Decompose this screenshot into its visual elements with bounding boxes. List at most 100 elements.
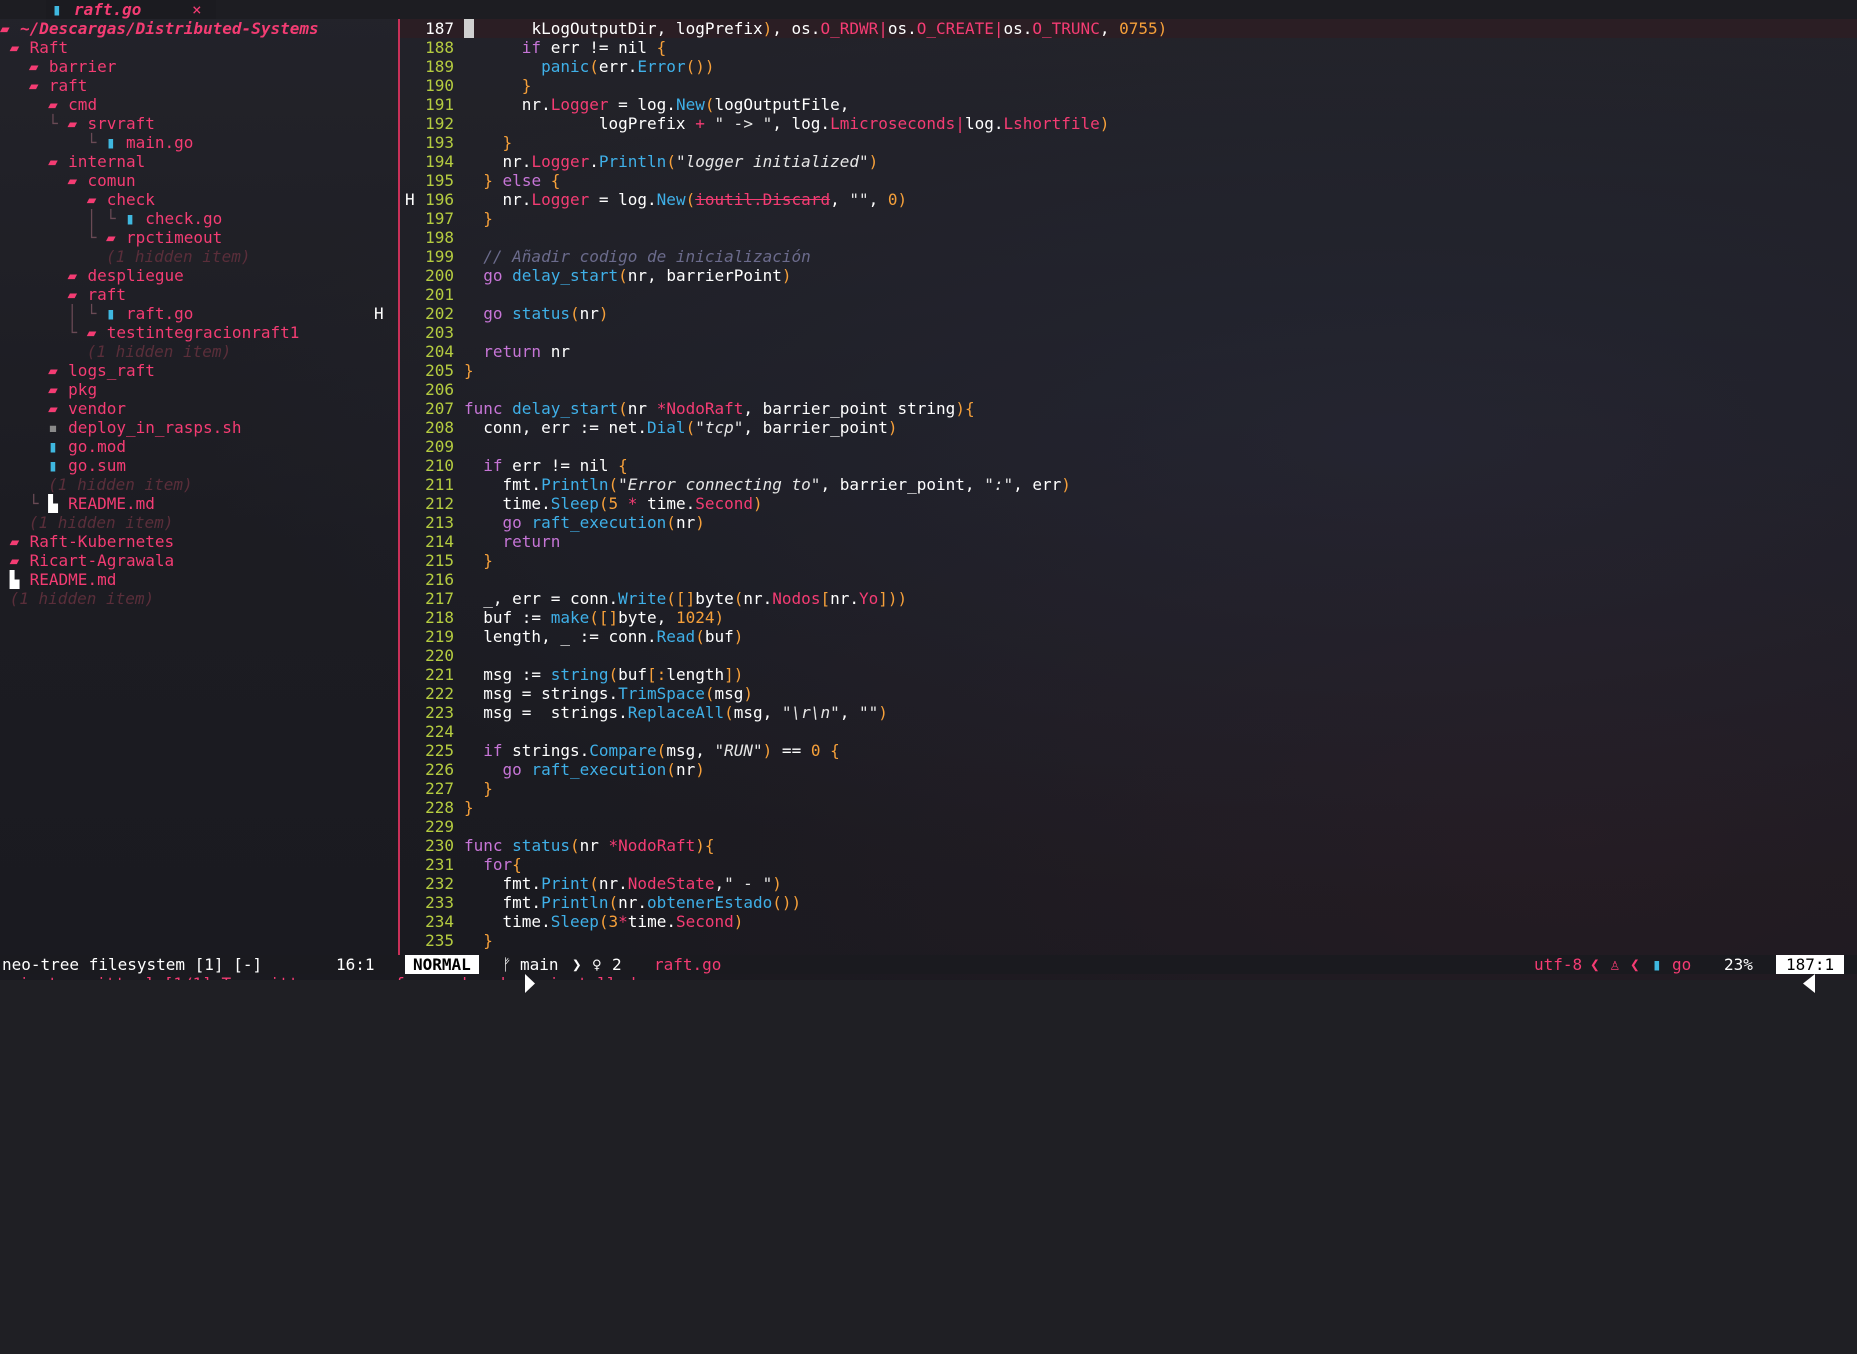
code-line[interactable]: 212 time.Sleep(5 * time.Second) [400, 494, 1857, 513]
code-line[interactable]: 223 msg = strings.ReplaceAll(msg, "\r\n"… [400, 703, 1857, 722]
tree-item[interactable]: ▰ pkg [0, 380, 97, 399]
tree-item[interactable]: ▰ Raft [0, 38, 69, 57]
tree-item[interactable]: │ └ ▮ check.go [0, 209, 223, 228]
code-line[interactable]: 221 msg := string(buf[:length]) [400, 665, 1857, 684]
tree-item[interactable]: └ ▙ README.md [0, 494, 155, 513]
tree-item[interactable]: └ ▰ testintegracionraft1 [0, 323, 299, 342]
code-line[interactable]: 219 length, _ := conn.Read(buf) [400, 627, 1857, 646]
tree-item[interactable]: ▪ deploy_in_rasps.sh [0, 418, 241, 437]
tree-item[interactable]: ▰ Ricart-Agrawala [0, 551, 175, 570]
code-line[interactable]: 197 } [400, 209, 1857, 228]
file-type: go [1672, 955, 1692, 974]
tree-item[interactable]: ▙ README.md [0, 570, 117, 589]
tree-item[interactable]: └ ▮ main.go [0, 133, 194, 152]
code-line[interactable]: 200 go delay_start(nr, barrierPoint) [400, 266, 1857, 285]
code-line[interactable]: 198 [400, 228, 1857, 247]
code-text: for{ [464, 855, 522, 874]
code-token: ( [589, 874, 599, 893]
code-line[interactable]: 220 [400, 646, 1857, 665]
code-token: return [502, 532, 561, 551]
tree-hidden-item: (1 hidden item) [0, 475, 193, 494]
code-line[interactable]: 202 go status(nr) [400, 304, 1857, 323]
code-line[interactable]: H 196 nr.Logger = log.New(ioutil.Discard,… [400, 190, 1857, 209]
tree-guide [0, 418, 48, 437]
code-line[interactable]: 190 } [400, 76, 1857, 95]
code-line[interactable]: 209 [400, 437, 1857, 456]
tree-item[interactable]: ▮ go.sum [0, 456, 126, 475]
code-line[interactable]: 231 for{ [400, 855, 1857, 874]
code-line[interactable]: 194 nr.Logger.Println("logger initialize… [400, 152, 1857, 171]
code-line[interactable]: 227 } [400, 779, 1857, 798]
code-line[interactable]: 193 } [400, 133, 1857, 152]
tree-item-label: comun [87, 171, 136, 190]
tree-item[interactable]: ▰ logs_raft [0, 361, 155, 380]
code-line[interactable]: 214 return [400, 532, 1857, 551]
code-line-current[interactable]: 187 kLogOutputDir, logPrefix), os.O_RDWR… [400, 19, 1857, 38]
tree-item[interactable]: ▰ vendor [0, 399, 126, 418]
tree-item[interactable]: ▮ go.mod [0, 437, 126, 456]
git-branch-name[interactable]: main [520, 955, 559, 974]
code-line[interactable]: 206 [400, 380, 1857, 399]
code-line[interactable]: 235 } [400, 931, 1857, 950]
tree-item[interactable]: └ ▰ srvraft [0, 114, 155, 133]
code-token: ( [656, 741, 667, 760]
code-line[interactable]: 230 func status(nr *NodoRaft){ [400, 836, 1857, 855]
code-line[interactable]: 210 if err != nil { [400, 456, 1857, 475]
code-line[interactable]: 234 time.Sleep(3*time.Second) [400, 912, 1857, 931]
tree-root[interactable]: ▰ ~/Descargas/Distributed-Systems [0, 19, 319, 38]
code-line[interactable]: 211 fmt.Println("Error connecting to", b… [400, 475, 1857, 494]
code-line[interactable]: 188 if err != nil { [400, 38, 1857, 57]
tree-item[interactable]: ▰ comun [0, 171, 136, 190]
tree-item[interactable]: └ ▰ rpctimeout [0, 228, 223, 247]
tree-item[interactable]: ▰ despliegue [0, 266, 183, 285]
code-line[interactable]: 232 fmt.Print(nr.NodeState," - ") [400, 874, 1857, 893]
tree-item[interactable]: ▰ cmd [0, 95, 97, 114]
code-line[interactable]: 191 nr.Logger = log.New(logOutputFile, [400, 95, 1857, 114]
code-line[interactable]: 225 if strings.Compare(msg, "RUN") == 0 … [400, 741, 1857, 760]
code-line[interactable]: 201 [400, 285, 1857, 304]
code-line[interactable]: 216 [400, 570, 1857, 589]
code-line[interactable]: 199 // Añadir codigo de inicialización [400, 247, 1857, 266]
folder-icon: ▰ [86, 323, 97, 342]
code-line[interactable]: 213 go raft_execution(nr) [400, 513, 1857, 532]
code-token: , os. [772, 19, 821, 38]
code-line[interactable]: 217 _, err = conn.Write([]byte(nr.Nodos[… [400, 589, 1857, 608]
tree-item[interactable]: ▰ barrier [0, 57, 116, 76]
tree-item-label: check.go [145, 209, 223, 228]
code-line[interactable]: 228} [400, 798, 1857, 817]
code-token: msg, [733, 703, 782, 722]
tree-item[interactable]: ▰ internal [0, 152, 145, 171]
code-line[interactable]: 229 [400, 817, 1857, 836]
code-editor[interactable]: 187 kLogOutputDir, logPrefix), os.O_RDWR… [400, 19, 1857, 955]
tab-raft-go[interactable]: ▮ raft.go × [46, 0, 216, 19]
code-line[interactable]: 226 go raft_execution(nr) [400, 760, 1857, 779]
code-token: Logger [550, 95, 609, 114]
tree-item[interactable]: ▰ check [0, 190, 155, 209]
code-line[interactable]: 218 buf := make([]byte, 1024) [400, 608, 1857, 627]
code-line[interactable]: 189 panic(err.Error()) [400, 57, 1857, 76]
code-line[interactable]: 208 conn, err := net.Dial("tcp", barrier… [400, 418, 1857, 437]
code-line[interactable]: 224 [400, 722, 1857, 741]
code-line[interactable]: 205} [400, 361, 1857, 380]
code-token: Logger [531, 152, 590, 171]
tree-item[interactable]: ▰ Raft-Kubernetes [0, 532, 175, 551]
tree-guide [0, 551, 10, 570]
diagnostic-count: 2 [612, 955, 622, 974]
tree-item[interactable]: │ └ ▮ raft.go H [0, 304, 383, 323]
code-line[interactable]: 207 func delay_start(nr *NodoRaft, barrie… [400, 399, 1857, 418]
tree-item[interactable]: ▰ raft [0, 285, 126, 304]
code-line[interactable]: 203 [400, 323, 1857, 342]
code-line[interactable]: 204 return nr [400, 342, 1857, 361]
line-number: 222 [425, 684, 454, 703]
code-line[interactable]: 195 } else { [400, 171, 1857, 190]
code-line[interactable]: 192 logPrefix + " -> ", log.Lmicrosecond… [400, 114, 1857, 133]
close-icon[interactable]: × [192, 0, 202, 19]
code-line[interactable]: 233 fmt.Println(nr.obtenerEstado()) [400, 893, 1857, 912]
code-token: err. [598, 57, 638, 76]
tree-item-label: README.md [68, 494, 155, 513]
go-file-icon: ▮ [48, 456, 58, 475]
code-line[interactable]: 215 } [400, 551, 1857, 570]
code-line[interactable]: 222 msg = strings.TrimSpace(msg) [400, 684, 1857, 703]
tree-item[interactable]: ▰ raft [0, 76, 88, 95]
